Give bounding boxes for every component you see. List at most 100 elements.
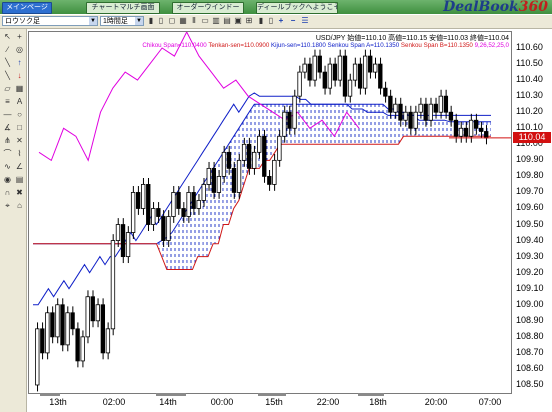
angle-icon[interactable]: ∠: [14, 161, 25, 172]
arrow-up-icon[interactable]: ↑: [14, 57, 25, 68]
crosshair-icon[interactable]: +: [14, 31, 25, 42]
candle-body: [135, 192, 141, 209]
chart-type-select[interactable]: ロウソク足 ▼: [2, 16, 98, 26]
candle-body: [398, 103, 403, 121]
ray-icon[interactable]: ╲: [2, 57, 13, 68]
candle-body: [479, 127, 484, 132]
time-tick-label: 07:00: [478, 397, 502, 407]
cycle-icon[interactable]: ⌇: [14, 148, 25, 159]
horizontal-line-icon[interactable]: —: [2, 109, 13, 120]
arc-icon[interactable]: ⌒: [2, 148, 13, 159]
gann-icon[interactable]: ✕: [14, 135, 25, 146]
ohlc-button[interactable]: Ⅱ: [189, 16, 199, 26]
zoom-in-button[interactable]: +: [276, 16, 286, 26]
pitchfork-icon[interactable]: ⋔: [2, 135, 13, 146]
candle-body: [408, 111, 413, 129]
line-icon[interactable]: ╲: [2, 70, 13, 81]
cloud-segment: [182, 208, 188, 270]
cloud-segment: [357, 104, 363, 145]
fan-icon[interactable]: ∡: [2, 122, 13, 133]
candle-body: [146, 184, 151, 225]
view-button[interactable]: ▤: [222, 16, 232, 26]
wave-icon[interactable]: ∿: [2, 161, 13, 172]
magnet-icon[interactable]: ∩: [2, 187, 13, 198]
indicator-button[interactable]: ◻: [167, 16, 177, 26]
chart-settings-button[interactable]: ▦: [178, 16, 188, 26]
candle-body: [388, 95, 393, 113]
fibo-icon[interactable]: ≡: [2, 96, 13, 107]
price-tick-label: 110.40: [516, 74, 543, 85]
candle-button[interactable]: ▯: [266, 16, 276, 26]
cloud-segment: [300, 104, 306, 145]
candle-body: [292, 95, 297, 129]
bars-button[interactable]: ▮: [256, 16, 266, 26]
menu-icon[interactable]: ☰: [300, 16, 310, 26]
candle-body: [393, 103, 398, 113]
candle-body: [241, 143, 247, 161]
candle-body: [60, 304, 65, 346]
lock-icon[interactable]: ⌂: [14, 200, 25, 211]
tab-dealbook-welcome[interactable]: ディールブックへようこそ: [256, 2, 338, 14]
cloud-segment: [439, 120, 445, 137]
text-icon[interactable]: A: [14, 96, 25, 107]
candle-body: [115, 224, 121, 241]
grid-icon[interactable]: ▦: [14, 83, 25, 94]
candle-body: [216, 175, 222, 193]
channel-icon[interactable]: ▱: [2, 83, 13, 94]
candle-body: [267, 175, 272, 185]
candle-body: [120, 224, 126, 258]
candle-body: [90, 296, 95, 322]
time-tick-label: 02:00: [102, 397, 126, 407]
candle-body: [201, 184, 206, 201]
period-select[interactable]: 1時間足 ▼: [100, 16, 144, 26]
ellipse-icon[interactable]: ○: [14, 109, 25, 120]
candle-body: [191, 192, 196, 209]
tab-bar: メインページ チャートマルチ画面 オーダーウインドー ディールブックへようこそ …: [0, 0, 552, 15]
candle-body: [297, 71, 302, 97]
price-chart[interactable]: USD/JPY 始値=110.10 高値=110.15 安値=110.03 終値…: [28, 31, 512, 394]
tab-order-window[interactable]: オーダーウインドー: [172, 2, 244, 14]
chart-tool-button[interactable]: ▮: [146, 16, 156, 26]
trendline-icon[interactable]: ∕: [2, 44, 13, 55]
grid-button[interactable]: ▥: [211, 16, 221, 26]
cloud-segment: [444, 120, 450, 137]
zoom-icon[interactable]: ◎: [14, 44, 25, 55]
candle-body: [45, 312, 50, 354]
cloud-segment: [161, 237, 167, 270]
price-tick-label: 109.40: [516, 234, 544, 245]
candle-body: [327, 63, 333, 89]
candle-body: [468, 119, 474, 137]
candle-body: [287, 111, 292, 129]
cloud-segment: [429, 120, 435, 137]
line-tool-button[interactable]: ▯: [156, 16, 166, 26]
reset-button[interactable]: ▣: [233, 16, 243, 26]
tab-main-page[interactable]: メインページ: [2, 2, 52, 14]
price-tick-label: 110.20: [516, 106, 543, 117]
arrow-down-icon[interactable]: ↓: [14, 70, 25, 81]
measure-icon[interactable]: ⌖: [2, 200, 13, 211]
bar-button[interactable]: ▭: [200, 16, 210, 26]
tab-chart-multi[interactable]: チャートマルチ画面: [86, 2, 160, 14]
candle-body: [438, 95, 443, 113]
cloud-segment: [372, 104, 378, 145]
candle-body: [100, 304, 106, 354]
candle-body: [40, 328, 45, 354]
delete-icon[interactable]: ✖: [14, 187, 25, 198]
rectangle-icon[interactable]: □: [14, 122, 25, 133]
tool-button[interactable]: ⊞: [244, 16, 254, 26]
cursor-icon[interactable]: ↖: [2, 31, 13, 42]
layers-icon[interactable]: ▤: [14, 174, 25, 185]
candle-body: [307, 63, 312, 81]
current-price-badge: 110.04: [513, 131, 551, 143]
eye-icon[interactable]: ◉: [2, 174, 13, 185]
candle-body: [110, 240, 116, 330]
zoom-out-button[interactable]: −: [288, 16, 298, 26]
cloud-segment: [424, 120, 430, 137]
price-tick-label: 109.30: [516, 250, 544, 261]
candle-body: [423, 103, 428, 121]
candle-body: [85, 296, 90, 338]
candle-body: [448, 111, 454, 121]
candle-body: [337, 55, 343, 81]
candle-body: [312, 55, 317, 81]
cloud-segment: [377, 104, 383, 145]
